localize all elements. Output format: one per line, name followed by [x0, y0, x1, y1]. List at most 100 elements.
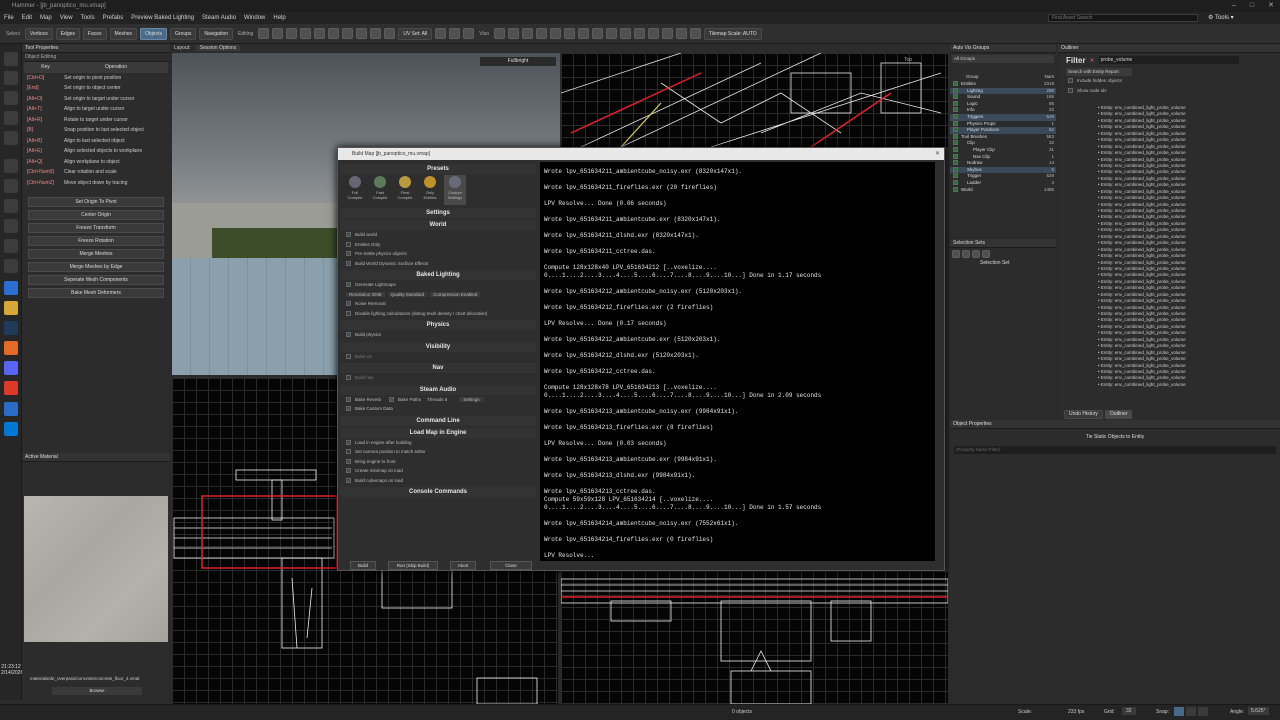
pivot-icon[interactable]: [4, 131, 18, 145]
generate-lightmaps-checkbox[interactable]: ✓ Generate Lightmaps: [340, 280, 536, 290]
vis-group-checkbox[interactable]: [953, 81, 958, 86]
vis-group-row[interactable]: Player Positions 82: [950, 127, 1056, 134]
load-in-engine-after-building-checkbox[interactable]: ✓ Load in engine after building: [340, 438, 536, 448]
close-icon[interactable]: ✕: [1268, 0, 1274, 12]
chrome-icon[interactable]: [4, 381, 18, 395]
vis-group-checkbox[interactable]: [953, 133, 958, 139]
session-options-button[interactable]: Session Options: [195, 45, 241, 51]
vis-group-row[interactable]: Player Clip 31: [950, 146, 1056, 154]
vis-toggle-8-icon[interactable]: [591, 28, 603, 39]
snap-toggle-icon[interactable]: [1174, 707, 1184, 716]
vis-group-checkbox[interactable]: [953, 173, 958, 179]
tie-static-button[interactable]: Tie Static Objects to Entity: [1035, 433, 1195, 442]
uvset-dropdown[interactable]: UV Set: All: [398, 27, 433, 40]
remove-set-icon[interactable]: [962, 250, 970, 258]
bake-reverb-checkbox[interactable]: ✓: [346, 396, 351, 402]
vis-group-checkbox[interactable]: [953, 87, 958, 93]
set-camera-position-to-match-editor-checkbox[interactable]: Set camera position to match editor: [340, 447, 536, 457]
set-origin-to-pivot-button[interactable]: Set Origin To Pivot: [28, 197, 164, 207]
keybind-row[interactable]: [Alt+B] Align to last selected object: [24, 136, 168, 147]
keybind-row[interactable]: [Alt+R] Rotate to target under cursor: [24, 115, 168, 126]
entity-report-button[interactable]: Search with Entity Report: [1066, 68, 1132, 76]
move-tool-icon[interactable]: [258, 28, 270, 39]
mode-objects-button[interactable]: Objects: [140, 27, 167, 40]
build-button[interactable]: Build: [350, 561, 376, 570]
outliner-entity-row[interactable]: • Entity: env_combined_light_probe_volum…: [1058, 382, 1280, 388]
vis-toggle-14-icon[interactable]: [675, 28, 687, 39]
uv-lock-icon[interactable]: [449, 28, 461, 39]
pivot-tool-icon[interactable]: [300, 28, 312, 39]
browse-button[interactable]: Browse: [52, 687, 142, 695]
bake-paths-checkbox[interactable]: ✓: [389, 396, 395, 402]
build-nav-checkbox[interactable]: Build nav: [340, 373, 536, 383]
vis-group-checkbox[interactable]: [953, 113, 958, 119]
bake-mesh-deformers-button[interactable]: Bake Mesh Deformers: [28, 288, 164, 298]
outliner-filter-input[interactable]: probe_volume: [1098, 56, 1239, 64]
rotate-tool-icon[interactable]: [272, 28, 284, 39]
tab-outliner[interactable]: Outliner: [1104, 410, 1133, 419]
quality-dropdown[interactable]: Quality Standard: [387, 291, 428, 297]
vis-group-row[interactable]: Nav Clip 1: [950, 153, 1056, 161]
command-line-heading[interactable]: Command Line: [340, 415, 536, 426]
folder-icon[interactable]: [4, 301, 18, 315]
asset-search-input[interactable]: Find Asset Search: [1048, 14, 1198, 22]
paint-tool-icon[interactable]: [4, 259, 18, 273]
app-icon[interactable]: [4, 402, 18, 416]
include-hidden-checkbox[interactable]: Include hidden objects: [1058, 76, 1280, 86]
preset-custom-settings[interactable]: Custom Settings: [444, 175, 466, 205]
seperate-mesh-components-button[interactable]: Seperate Mesh Components: [28, 275, 164, 285]
vis-group-checkbox[interactable]: [953, 107, 958, 113]
mode-faces-button[interactable]: Faces: [82, 27, 107, 40]
vis-group-checkbox[interactable]: [953, 127, 958, 133]
vis-group-row[interactable]: Logic 95: [950, 100, 1056, 108]
vis-group-row[interactable]: Lighting 298: [950, 87, 1056, 95]
disable-lighting-checkbox[interactable]: Disable lighting calculations (debug tex…: [340, 309, 536, 319]
menu-item-map[interactable]: Map: [40, 15, 52, 21]
grid-tool-icon[interactable]: [328, 28, 340, 39]
vis-group-row[interactable]: World 1495: [950, 186, 1056, 194]
keybind-row[interactable]: [Ctrl+NumZ] Move object down by tracing: [24, 178, 168, 189]
mode-edges-button[interactable]: Edges: [55, 27, 80, 40]
keybind-row[interactable]: [Alt+T] Align to target under cursor: [24, 104, 168, 115]
menu-item-prefabs[interactable]: Prefabs: [103, 15, 124, 21]
vis-group-row[interactable]: Tool Brushes 583: [950, 133, 1056, 141]
resolution-dropdown[interactable]: Resolution 2048: [346, 291, 385, 297]
minimize-icon[interactable]: –: [1232, 0, 1236, 12]
merge-meshes-button[interactable]: Merge Meshes: [28, 249, 164, 259]
menu-item-edit[interactable]: Edit: [22, 15, 32, 21]
build-world-dynamic-surface-effects-checkbox[interactable]: ✓ Build World Dynamic Surface Effects: [340, 259, 536, 269]
close-button[interactable]: Close: [490, 561, 532, 570]
build-cubemaps-on-load-checkbox[interactable]: ✓ Build cubemaps on load: [340, 476, 536, 486]
entity-tool-icon[interactable]: [4, 219, 18, 233]
vis-group-row[interactable]: Clip 32: [950, 140, 1056, 147]
select-set-icon[interactable]: [972, 250, 980, 258]
keybind-row[interactable]: [Alt+Q] Align workplane to object: [24, 157, 168, 168]
vis-toggle-3-icon[interactable]: [521, 28, 533, 39]
vis-toggle-5-icon[interactable]: [549, 28, 561, 39]
add-set-icon[interactable]: [952, 250, 960, 258]
mode-groups-button[interactable]: Groups: [169, 27, 197, 40]
menu-item-help[interactable]: Help: [273, 15, 285, 21]
vis-group-checkbox[interactable]: [953, 100, 958, 106]
keybind-row[interactable]: [End] Set origin to object center: [24, 83, 168, 94]
keybind-row[interactable]: [Alt+O] Set origin to target under cursor: [24, 94, 168, 105]
entities-only-checkbox[interactable]: Entities Only: [340, 240, 536, 250]
vis-toggle-icon[interactable]: [493, 28, 505, 39]
vis-toggle-15-icon[interactable]: [689, 28, 701, 39]
clear-filter-icon[interactable]: ✕: [1090, 57, 1095, 64]
vis-toggle-9-icon[interactable]: [605, 28, 617, 39]
windows-store-icon[interactable]: [4, 422, 18, 436]
pre-settle-physics-objects-checkbox[interactable]: ✓ Pre-Settle physics objects: [340, 249, 536, 259]
keybind-row[interactable]: [Ctrl+D] Set origin to pivot position: [24, 73, 168, 84]
property-filter-input[interactable]: (Property Name Filter): [954, 446, 1276, 454]
vis-toggle-13-icon[interactable]: [661, 28, 673, 39]
audio-settings-button[interactable]: Settings: [459, 396, 484, 402]
menu-item-window[interactable]: Window: [244, 15, 265, 21]
noise-removal-checkbox[interactable]: ✓ Noise Removal: [340, 299, 536, 309]
firefox-icon[interactable]: [4, 341, 18, 355]
menu-item-preview-baked-lighting[interactable]: Preview Baked Lighting: [131, 15, 194, 21]
mode-navigation-button[interactable]: Navigation: [199, 27, 234, 40]
threads-spinner[interactable]: Threads 8: [427, 397, 447, 402]
menu-item-view[interactable]: View: [60, 15, 73, 21]
vis-toggle-7-icon[interactable]: [577, 28, 589, 39]
